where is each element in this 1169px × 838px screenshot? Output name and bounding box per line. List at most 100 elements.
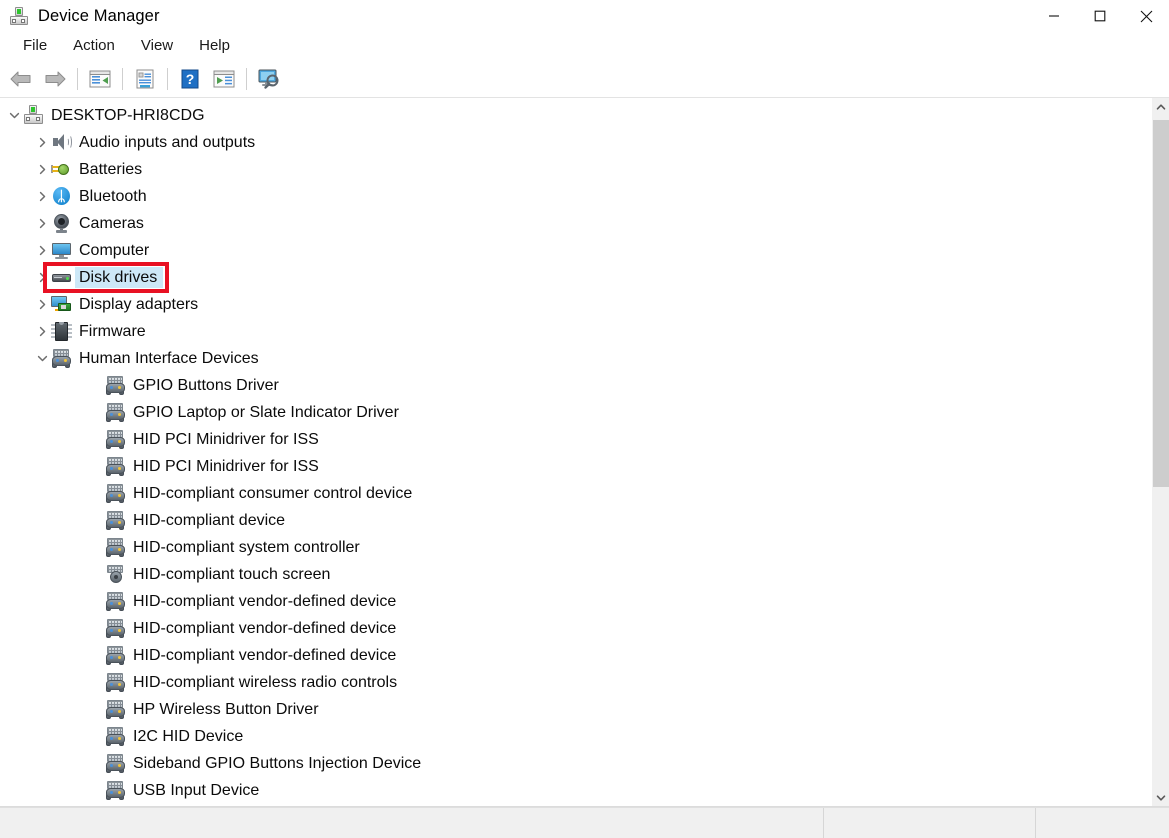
tree-item[interactable]: Disk drives — [0, 264, 1151, 291]
tree-item-hit[interactable]: HID PCI Minidriver for ISS — [105, 426, 325, 453]
tree-item-hit[interactable]: HID-compliant vendor-defined device — [105, 615, 402, 642]
menu-item-view[interactable]: View — [128, 34, 186, 59]
menu-item-file[interactable]: File — [10, 34, 60, 59]
tree-item[interactable]: GPIO Buttons Driver — [0, 372, 1151, 399]
chevron-right-icon[interactable] — [34, 318, 51, 345]
chevron-right-icon[interactable] — [34, 291, 51, 318]
back-button[interactable] — [4, 64, 38, 94]
tree-item[interactable]: HID-compliant vendor-defined device — [0, 588, 1151, 615]
menu-item-help[interactable]: Help — [186, 34, 243, 59]
tree-item-hit[interactable]: Computer — [51, 237, 155, 264]
properties-button[interactable] — [128, 64, 162, 94]
tree-item[interactable]: Batteries — [0, 156, 1151, 183]
tree-item-label: Bluetooth — [79, 188, 147, 205]
maximize-button[interactable] — [1077, 0, 1123, 32]
scrollbar-thumb[interactable] — [1153, 120, 1169, 487]
tree-item-hit[interactable]: HID-compliant system controller — [105, 534, 366, 561]
tree-item[interactable]: HID-compliant touch screen — [0, 561, 1151, 588]
tree-item-hit[interactable]: HID-compliant touch screen — [105, 561, 336, 588]
tree-item[interactable]: HID-compliant vendor-defined device — [0, 642, 1151, 669]
tree-indent-spacer — [88, 777, 105, 804]
tree-item-label: HID-compliant wireless radio controls — [133, 674, 398, 691]
tree-item-hit[interactable]: Display adapters — [51, 291, 204, 318]
toolbar-separator — [77, 67, 78, 90]
tree-item-hit[interactable]: GPIO Buttons Driver — [105, 372, 285, 399]
tree-item-label: HID-compliant device — [133, 512, 286, 529]
tree-item-hit[interactable]: Batteries — [51, 156, 148, 183]
chevron-right-icon[interactable] — [34, 183, 51, 210]
tree-item-hit[interactable]: HID-compliant device — [105, 507, 291, 534]
hid-touch-screen-icon — [105, 564, 126, 585]
tree-item-hit[interactable]: ᛦ Bluetooth — [51, 183, 153, 210]
tree-item-hit[interactable]: HID-compliant vendor-defined device — [105, 642, 402, 669]
tree-item-hit[interactable]: Audio inputs and outputs — [51, 129, 261, 156]
tree-item[interactable]: HID PCI Minidriver for ISS — [0, 453, 1151, 480]
chevron-right-icon[interactable] — [34, 264, 51, 291]
scroll-down-button[interactable] — [1151, 789, 1169, 807]
chevron-right-icon[interactable] — [34, 237, 51, 264]
tree-item-hit[interactable]: Firmware — [51, 318, 152, 345]
minimize-button[interactable] — [1031, 0, 1077, 32]
scan-hardware-changes-button[interactable] — [252, 64, 286, 94]
tree-item-hit[interactable]: HID-compliant consumer control device — [105, 480, 418, 507]
chevron-right-icon[interactable] — [34, 210, 51, 237]
hid-icon — [105, 456, 126, 477]
tree-item-hit[interactable]: Cameras — [51, 210, 150, 237]
chevron-down-icon[interactable] — [6, 102, 23, 129]
device-tree[interactable]: DESKTOP-HRI8CDG Audio inputs and outputs B… — [0, 98, 1151, 807]
battery-icon — [51, 159, 72, 180]
tree-item-hit[interactable]: HID PCI Minidriver for ISS — [105, 453, 325, 480]
tree-item[interactable]: Display adapters — [0, 291, 1151, 318]
tree-indent-spacer — [88, 399, 105, 426]
tree-item-hit[interactable]: DESKTOP-HRI8CDG — [23, 102, 211, 129]
tree-root-node[interactable]: DESKTOP-HRI8CDG — [0, 102, 1151, 129]
tree-item[interactable]: HID-compliant device — [0, 507, 1151, 534]
tree-item-hit[interactable]: USB Input Device — [105, 777, 265, 804]
chevron-right-icon[interactable] — [34, 156, 51, 183]
tree-item-selected[interactable]: Disk drives — [51, 264, 164, 291]
chevron-down-icon[interactable] — [34, 345, 51, 372]
update-driver-button[interactable] — [207, 64, 241, 94]
tree-indent-spacer — [88, 723, 105, 750]
tree-item-label: HID PCI Minidriver for ISS — [133, 458, 319, 475]
tree-item[interactable]: Firmware — [0, 318, 1151, 345]
tree-item[interactable]: Sideband GPIO Buttons Injection Device — [0, 750, 1151, 777]
tree-item-label: Computer — [79, 242, 150, 259]
tree-item[interactable]: ᛦ Bluetooth — [0, 183, 1151, 210]
tree-item-hit[interactable]: HP Wireless Button Driver — [105, 696, 325, 723]
tree-item-hit[interactable]: GPIO Laptop or Slate Indicator Driver — [105, 399, 405, 426]
tree-item[interactable]: GPIO Laptop or Slate Indicator Driver — [0, 399, 1151, 426]
tree-item-hit[interactable]: HID-compliant wireless radio controls — [105, 669, 403, 696]
tree-item-hit[interactable]: HID-compliant vendor-defined device — [105, 588, 402, 615]
tree-item[interactable]: Cameras — [0, 210, 1151, 237]
menu-bar: File Action View Help — [0, 32, 1169, 60]
tree-item-hit[interactable]: Human Interface Devices — [51, 345, 265, 372]
vertical-scrollbar[interactable] — [1151, 98, 1169, 807]
tree-item[interactable]: USB Input Device — [0, 777, 1151, 804]
tree-item[interactable]: Computer — [0, 237, 1151, 264]
scroll-up-button[interactable] — [1151, 98, 1169, 116]
help-button[interactable]: ? — [173, 64, 207, 94]
tree-item-label: Batteries — [79, 161, 143, 178]
tree-item-label: USB Input Device — [133, 782, 260, 799]
monitor-icon — [51, 240, 72, 261]
close-button[interactable] — [1123, 0, 1169, 32]
tree-item[interactable]: HP Wireless Button Driver — [0, 696, 1151, 723]
tree-item[interactable]: HID-compliant system controller — [0, 534, 1151, 561]
tree-item[interactable]: Audio inputs and outputs — [0, 129, 1151, 156]
show-hide-console-tree-button[interactable] — [83, 64, 117, 94]
tree-item[interactable]: HID-compliant vendor-defined device — [0, 615, 1151, 642]
tree-item[interactable]: HID-compliant wireless radio controls — [0, 669, 1151, 696]
tree-item[interactable]: I2C HID Device — [0, 723, 1151, 750]
device-manager-icon — [10, 6, 30, 26]
tree-item-hit[interactable]: I2C HID Device — [105, 723, 249, 750]
forward-button[interactable] — [38, 64, 72, 94]
tree-item[interactable]: Human Interface Devices — [0, 345, 1151, 372]
tree-indent-spacer — [88, 453, 105, 480]
chevron-right-icon[interactable] — [34, 129, 51, 156]
menu-item-action[interactable]: Action — [60, 34, 128, 59]
scrollbar-track[interactable] — [1152, 116, 1169, 789]
tree-item[interactable]: HID-compliant consumer control device — [0, 480, 1151, 507]
tree-item-hit[interactable]: Sideband GPIO Buttons Injection Device — [105, 750, 427, 777]
tree-item[interactable]: HID PCI Minidriver for ISS — [0, 426, 1151, 453]
